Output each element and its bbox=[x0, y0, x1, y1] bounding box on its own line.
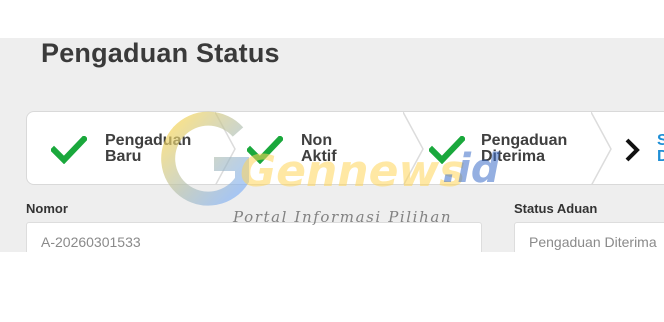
step-label: Pengaduan Diterima bbox=[481, 132, 568, 165]
page-title: Pengaduan Status bbox=[41, 38, 280, 68]
check-icon bbox=[51, 136, 87, 164]
status-aduan-label: Status Aduan bbox=[514, 201, 598, 216]
step-label: S D bbox=[657, 133, 664, 165]
step-non-aktif: Non Aktif bbox=[227, 112, 407, 184]
step-pengaduan-diterima: Pengaduan Diterima bbox=[415, 112, 605, 184]
step-label: Pengaduan Baru bbox=[105, 132, 192, 165]
chevron-right-icon bbox=[625, 138, 640, 162]
complaint-status-panel: Pengaduan Status Pengaduan Baru Non Akti… bbox=[0, 38, 664, 252]
step-current: S D bbox=[605, 112, 664, 184]
step-label: Non Aktif bbox=[301, 132, 337, 165]
nomor-label: Nomor bbox=[26, 201, 68, 216]
check-icon bbox=[429, 136, 465, 164]
check-icon bbox=[247, 136, 283, 164]
bottom-blank-area bbox=[0, 252, 664, 322]
step-pengaduan-baru: Pengaduan Baru bbox=[27, 112, 227, 184]
nomor-field[interactable]: A-20260301533 bbox=[26, 222, 482, 252]
status-stepper: Pengaduan Baru Non Aktif Pengaduan Diter… bbox=[26, 111, 664, 185]
status-aduan-field[interactable]: Pengaduan Diterima bbox=[514, 222, 664, 252]
top-blank-area bbox=[0, 0, 664, 38]
